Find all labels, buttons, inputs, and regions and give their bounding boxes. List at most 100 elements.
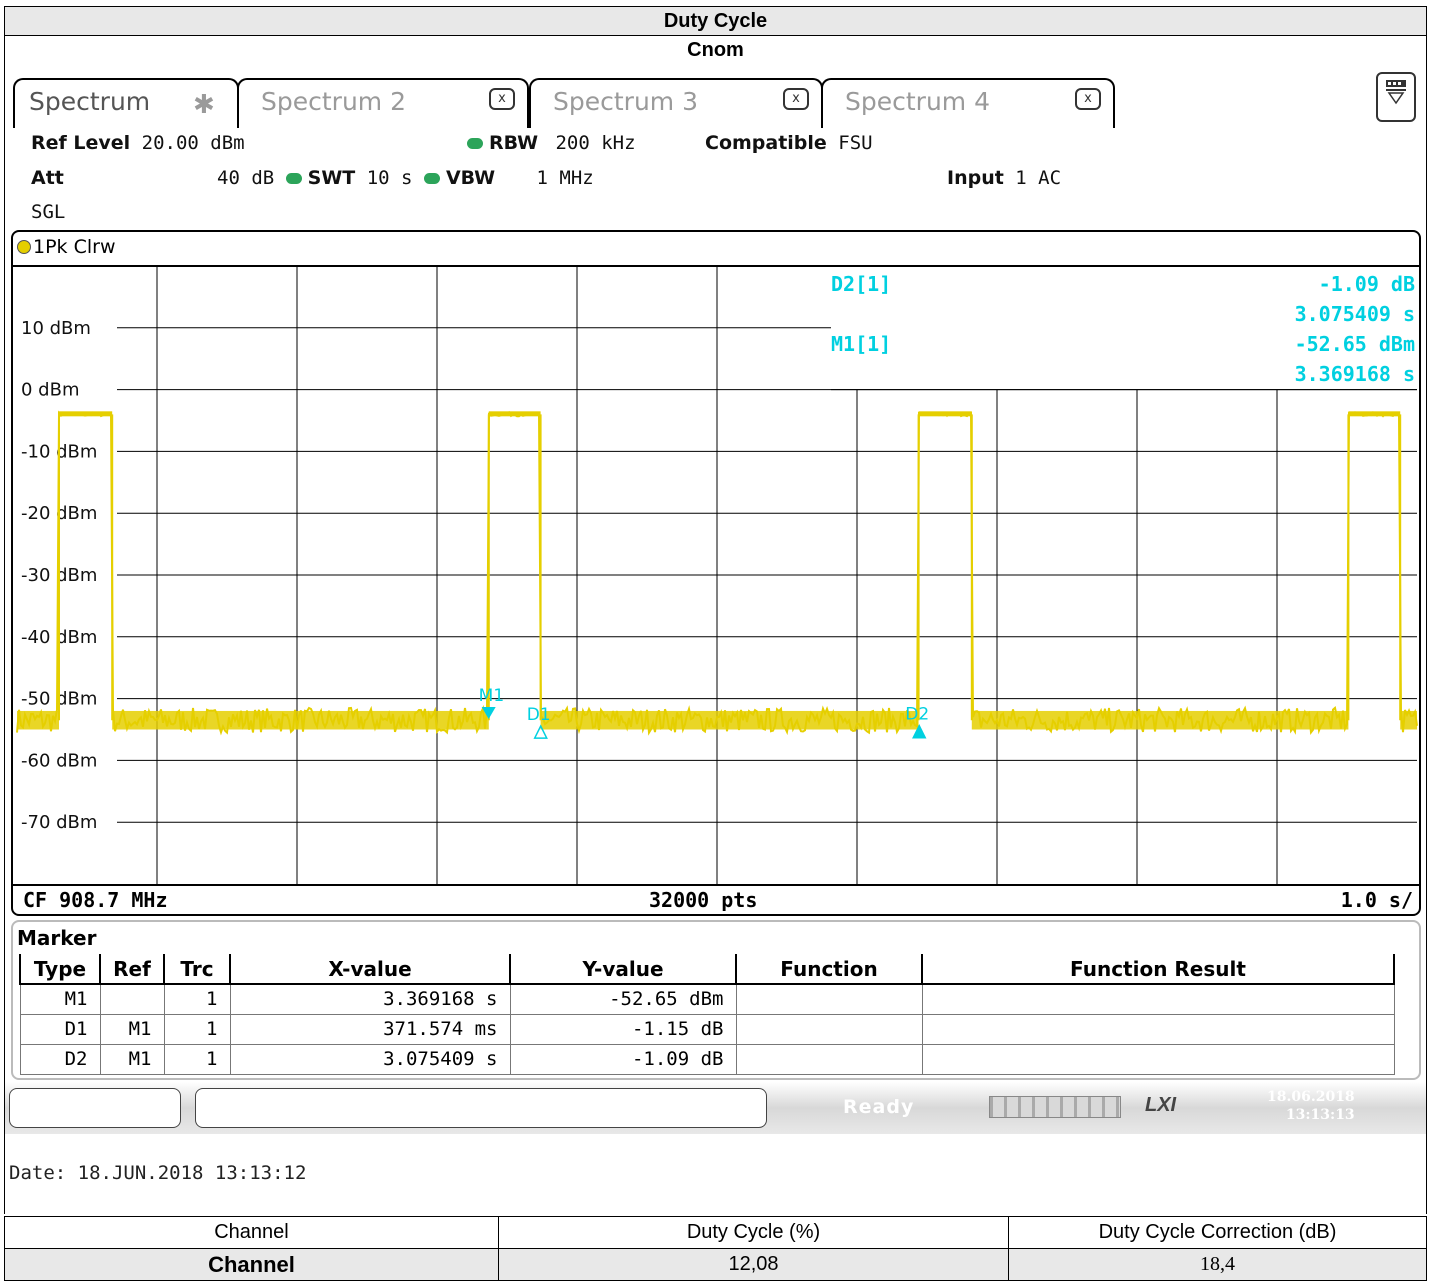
noise-floor-band [971, 710, 1349, 730]
pulse-top [488, 411, 541, 417]
table-cell: 1 [163, 983, 231, 1015]
tab-spectrum-2[interactable]: Spectrum 2 x [237, 78, 529, 128]
status-date: 18.06.2018 [1267, 1089, 1355, 1105]
center-frequency: CF 908.7 MHz [23, 888, 168, 912]
pulse-top [1348, 411, 1401, 417]
close-icon[interactable]: x [783, 88, 809, 110]
marker-label: D2 [905, 705, 929, 725]
status-datetime: 18.06.2018 13:13:13 [1267, 1088, 1355, 1124]
close-icon[interactable]: x [489, 88, 515, 110]
column-header: X-value [229, 954, 510, 985]
tab-label: Spectrum 3 [553, 87, 698, 116]
axis-footer: CF 908.7 MHz 32000 pts 1.0 s/ [13, 884, 1419, 914]
table-cell [99, 983, 165, 1015]
m1-marker-y-value: -52.65 dBm [1294, 332, 1415, 356]
noise-floor-band [112, 710, 489, 730]
noise-floor-band [17, 710, 59, 730]
menu-dropdown-button[interactable] [1376, 72, 1416, 122]
table-cell: -1.09 dB [509, 1043, 737, 1075]
table-cell [735, 983, 923, 1015]
status-time: 13:13:13 [1285, 1107, 1355, 1123]
column-header: Ref [99, 954, 164, 985]
close-icon[interactable]: x [1075, 88, 1101, 110]
star-icon: ✱ [193, 90, 215, 120]
progress-indicator [989, 1096, 1121, 1118]
table-cell: D2 [19, 1043, 101, 1075]
noise-floor-band [1400, 710, 1417, 730]
status-led-icon [423, 173, 440, 184]
pulse-top [918, 411, 972, 417]
table-row[interactable]: D2 M1 1 3.075409 s -1.09 dB [19, 1043, 1395, 1075]
status-field[interactable] [9, 1088, 181, 1128]
page-title: Duty Cycle [4, 6, 1427, 36]
table-row[interactable]: D1 M1 1 371.574 ms -1.15 dB [19, 1013, 1395, 1045]
column-header: Channel [4, 1216, 499, 1249]
input-label: Input [947, 167, 1004, 189]
vbw-value: 1 MHz [536, 167, 594, 189]
tab-label: Spectrum [29, 87, 151, 116]
time-per-division: 1.0 s/ [1340, 888, 1413, 912]
vbw-label: VBW [445, 167, 496, 189]
rbw-label: RBW [489, 132, 539, 154]
att-label: Att [31, 167, 64, 189]
status-led-icon [467, 138, 483, 149]
marker-label: D1 [527, 705, 551, 725]
rbw-value: 200 kHz [555, 132, 636, 154]
column-header: Trc [163, 954, 230, 985]
column-header: Type [19, 954, 100, 985]
tab-spectrum[interactable]: Spectrum ✱ [13, 78, 239, 128]
table-row: Channel 12,08 18,4 [4, 1248, 1427, 1281]
table-cell [735, 1013, 923, 1045]
table-cell: -1.15 dB [509, 1013, 737, 1045]
screenshot-date: Date: 18.JUN.2018 13:13:12 [9, 1162, 307, 1184]
table-cell: 371.574 ms [229, 1013, 511, 1045]
table-cell: 1 [163, 1013, 231, 1045]
d2-marker-label: D2[1] [831, 272, 892, 296]
column-header: Function Result [921, 954, 1395, 985]
tab-label: Spectrum 4 [845, 87, 990, 116]
lxi-logo: LXI [1145, 1094, 1177, 1116]
y-tick-label: -70 dBm [21, 812, 97, 833]
status-message-field[interactable] [195, 1088, 767, 1128]
marker-table-panel: Marker Type Ref Trc X-value Y-value Func… [11, 920, 1421, 1080]
results-table: Channel Duty Cycle (%) Duty Cycle Correc… [4, 1216, 1427, 1281]
correction-cell: 18,4 [1008, 1248, 1427, 1281]
noise-floor-band [540, 710, 919, 730]
ref-level-label: Ref Level [31, 132, 131, 154]
table-cell [921, 1043, 1395, 1075]
pulse-top [59, 411, 113, 417]
swt-value: 10 s [366, 167, 413, 189]
duty-cycle-cell: 12,08 [498, 1248, 1009, 1281]
ref-level-value: 20.00 dBm [141, 132, 245, 154]
table-cell [921, 1013, 1395, 1045]
tab-spectrum-4[interactable]: Spectrum 4 x [821, 78, 1115, 128]
compatible-label: Compatible [705, 132, 827, 154]
m1-marker-label: M1[1] [831, 332, 892, 356]
table-cell: D1 [19, 1013, 101, 1045]
table-cell [921, 983, 1395, 1015]
swt-label: SWT [307, 167, 356, 189]
table-cell: M1 [99, 1043, 165, 1075]
sweep-mode: SGL [31, 201, 66, 223]
column-header: Function [735, 954, 922, 985]
d2-marker-x-value: 3.075409 s [1294, 302, 1415, 326]
table-cell [735, 1043, 923, 1075]
column-header: Duty Cycle Correction (dB) [1008, 1216, 1427, 1249]
spectrum-plot[interactable]: 10 dBm0 dBm-10 dBm-20 dBm-30 dBm-40 dBm-… [13, 232, 1419, 884]
y-tick-label: 0 dBm [21, 380, 79, 401]
att-value: 40 dB [217, 167, 275, 189]
y-tick-label: -60 dBm [21, 750, 97, 771]
table-row[interactable]: M1 1 3.369168 s -52.65 dBm [19, 983, 1395, 1015]
m1-marker-x-value: 3.369168 s [1294, 362, 1415, 386]
status-bar: Ready LXI 18.06.2018 13:13:13 [5, 1082, 1426, 1134]
compatible-value: FSU [838, 132, 873, 154]
analyzer-screenshot: Spectrum ✱ Spectrum 2 x Spectrum 3 x Spe… [4, 64, 1427, 1214]
status-led-icon [285, 173, 302, 184]
marker-table: Type Ref Trc X-value Y-value Function Fu… [19, 954, 1395, 1075]
points-count: 32000 pts [649, 888, 758, 912]
table-cell: M1 [99, 1013, 165, 1045]
tab-spectrum-3[interactable]: Spectrum 3 x [529, 78, 823, 128]
page-subtitle: Cnom [4, 35, 1427, 65]
channel-cell: Channel [4, 1248, 499, 1281]
marker-label: M1 [479, 686, 504, 706]
